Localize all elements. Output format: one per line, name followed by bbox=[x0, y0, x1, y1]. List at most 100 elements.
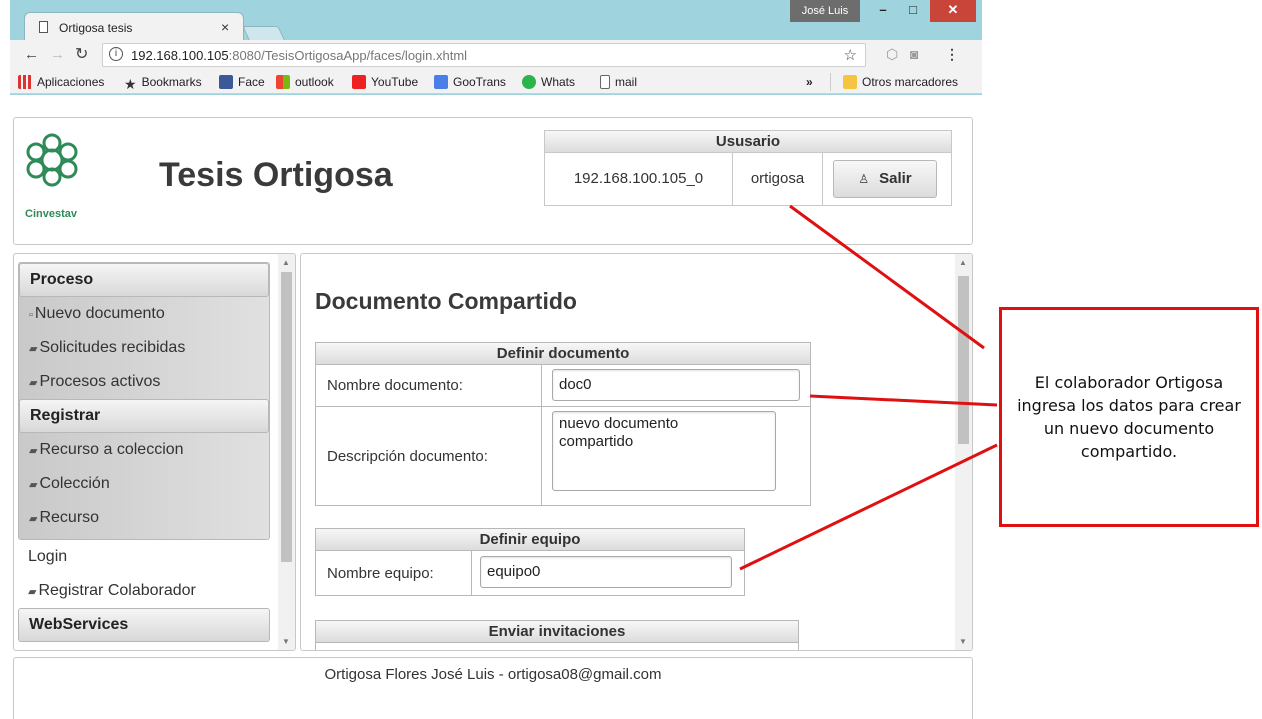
logout-button[interactable]: ♙ Salir bbox=[833, 160, 937, 198]
document-name-row: Nombre documento: doc0 bbox=[316, 365, 810, 407]
logo-text: Cinvestav bbox=[25, 208, 77, 220]
define-document-table: Definir documento Nombre documento: doc0… bbox=[315, 342, 811, 506]
menu-heading-webservices[interactable]: WebServices bbox=[18, 608, 270, 642]
bookmarks-divider bbox=[830, 73, 831, 91]
document-description-row: Descripción documento: nuevo documento c… bbox=[316, 407, 810, 505]
document-name-label: Nombre documento: bbox=[316, 365, 542, 406]
menu-item-nuevo-documento[interactable]: ▫ Nuevo documento bbox=[19, 297, 269, 331]
logout-cell: ♙ Salir bbox=[823, 153, 951, 205]
site-title: Tesis Ortigosa bbox=[159, 156, 393, 194]
main-scrollbar[interactable]: ▲ ▼ bbox=[955, 254, 972, 650]
page-header: Cinvestav Tesis Ortigosa Ususario 192.16… bbox=[13, 117, 973, 245]
team-name-label: Nombre equipo: bbox=[316, 551, 472, 595]
folder-icon: ▰ bbox=[29, 513, 38, 525]
browser-tab[interactable]: Ortigosa tesis × bbox=[24, 12, 244, 40]
scrollbar-thumb[interactable] bbox=[281, 272, 292, 562]
os-user-badge[interactable]: José Luis bbox=[790, 0, 860, 22]
annotation-callout: El colaborador Ortigosa ingresa los dato… bbox=[999, 307, 1259, 527]
bookmark-gootrans[interactable]: GooTrans bbox=[434, 75, 506, 89]
bookmark-bookmarks[interactable]: ★ Bookmarks bbox=[124, 75, 202, 91]
outlook-icon bbox=[276, 75, 290, 89]
page-viewport: Cinvestav Tesis Ortigosa Ususario 192.16… bbox=[10, 95, 982, 719]
maximize-icon[interactable]: □ bbox=[898, 0, 928, 22]
star-icon: ★ bbox=[124, 76, 137, 92]
rss-icon[interactable]: ◙ bbox=[910, 46, 918, 62]
url-text[interactable]: 192.168.100.105:8080/TesisOrtigosaApp/fa… bbox=[131, 48, 467, 63]
user-panel: Ususario 192.168.100.105_0 ortigosa ♙ Sal… bbox=[544, 130, 952, 206]
team-name-input[interactable]: equipo0 bbox=[480, 556, 732, 588]
document-description-textarea[interactable]: nuevo documento compartido bbox=[552, 411, 776, 491]
bookmark-mail[interactable]: mail bbox=[600, 75, 637, 89]
cinvestav-logo-icon bbox=[26, 133, 78, 187]
forward-arrow-icon[interactable]: → bbox=[50, 46, 65, 63]
bookmark-outlook[interactable]: outlook bbox=[276, 75, 334, 89]
menu-item-recurso[interactable]: ▰ Recurso bbox=[19, 501, 269, 535]
reload-icon[interactable]: ↻ bbox=[75, 44, 88, 64]
facebook-icon bbox=[219, 75, 233, 89]
folder-icon: ▰ bbox=[29, 445, 38, 457]
menu-item-recurso-a-coleccion[interactable]: ▰ Recurso a coleccion bbox=[19, 433, 269, 467]
google-translate-icon bbox=[434, 75, 448, 89]
apps-icon bbox=[18, 75, 32, 89]
back-arrow-icon[interactable]: ← bbox=[24, 46, 39, 63]
define-team-table: Definir equipo Nombre equipo: equipo0 bbox=[315, 528, 745, 596]
menu-item-solicitudes-recibidas[interactable]: ▰ Solicitudes recibidas bbox=[19, 331, 269, 365]
menu-item-registrar-colaborador[interactable]: ▰ Registrar Colaborador bbox=[18, 574, 270, 608]
page-title: Documento Compartido bbox=[315, 288, 577, 314]
menu-heading-registrar[interactable]: Registrar bbox=[19, 399, 269, 433]
menu-item-coleccion[interactable]: ▰ Colección bbox=[19, 467, 269, 501]
tab-title: Ortigosa tesis bbox=[59, 21, 133, 35]
tab-close-icon[interactable]: × bbox=[221, 19, 229, 35]
sidebar-menu: Proceso ▫ Nuevo documento ▰ Solicitudes re… bbox=[13, 253, 296, 651]
scroll-up-icon[interactable]: ▲ bbox=[959, 258, 967, 267]
menu-icon[interactable]: ⋮ bbox=[945, 46, 959, 63]
define-document-title: Definir documento bbox=[316, 343, 810, 365]
bookmarks-bar: Aplicaciones ★ Bookmarks Face outlook You… bbox=[10, 70, 982, 94]
send-invitations-title: Enviar invitaciones bbox=[316, 621, 798, 643]
bookmark-youtube[interactable]: YouTube bbox=[352, 75, 418, 89]
scrollbar-thumb[interactable] bbox=[958, 276, 969, 444]
page-footer: Ortigosa Flores José Luis - ortigosa08@g… bbox=[13, 657, 973, 719]
extension-icon[interactable]: ⬡ bbox=[886, 46, 898, 63]
menu-group-proceso: Proceso ▫ Nuevo documento ▰ Solicitudes re… bbox=[18, 262, 270, 540]
bookmark-whats[interactable]: Whats bbox=[522, 75, 575, 89]
page-icon bbox=[600, 75, 610, 89]
document-name-input[interactable]: doc0 bbox=[552, 369, 800, 401]
sidebar-content: Proceso ▫ Nuevo documento ▰ Solicitudes re… bbox=[18, 262, 270, 642]
send-invitations-table: Enviar invitaciones bbox=[315, 620, 799, 650]
minimize-icon[interactable]: – bbox=[868, 0, 898, 22]
menu-heading-proceso[interactable]: Proceso bbox=[19, 263, 269, 297]
menu-item-procesos-activos[interactable]: ▰ Procesos activos bbox=[19, 365, 269, 399]
bookmark-star-icon[interactable]: ☆ bbox=[844, 46, 857, 64]
whatsapp-icon bbox=[522, 75, 536, 89]
folder-icon bbox=[843, 75, 857, 89]
folder-icon: ▰ bbox=[29, 343, 38, 355]
person-icon: ♙ bbox=[858, 172, 870, 186]
folder-icon: ▰ bbox=[28, 586, 37, 598]
folder-icon: ▰ bbox=[29, 377, 38, 389]
menu-item-login[interactable]: Login bbox=[18, 540, 270, 574]
close-window-icon[interactable]: ✕ bbox=[930, 0, 976, 22]
user-name: ortigosa bbox=[733, 153, 823, 205]
folder-icon: ▰ bbox=[29, 479, 38, 491]
screenshot-stage: Ortigosa tesis × José Luis – □ ✕ ← → ↻ i… bbox=[0, 0, 1262, 719]
scroll-down-icon[interactable]: ▼ bbox=[959, 637, 967, 646]
browser-toolbar: ← → ↻ i 192.168.100.105:8080/TesisOrtigo… bbox=[10, 40, 982, 70]
address-bar[interactable]: i 192.168.100.105:8080/TesisOrtigosaApp/… bbox=[102, 43, 866, 67]
scroll-down-icon[interactable]: ▼ bbox=[282, 637, 290, 646]
bookmarks-overflow-button[interactable]: » bbox=[806, 75, 813, 89]
info-icon[interactable]: i bbox=[109, 47, 123, 61]
user-ip: 192.168.100.105_0 bbox=[545, 153, 733, 205]
sidebar-scrollbar[interactable]: ▲ ▼ bbox=[278, 254, 295, 650]
bookmark-face[interactable]: Face bbox=[219, 75, 265, 89]
document-icon: ▫ bbox=[29, 309, 33, 321]
page-icon bbox=[39, 21, 48, 33]
scroll-up-icon[interactable]: ▲ bbox=[282, 258, 290, 267]
main-content: Documento Compartido Definir documento N… bbox=[300, 253, 973, 651]
document-description-label: Descripción documento: bbox=[316, 407, 542, 505]
bookmark-apps[interactable]: Aplicaciones bbox=[18, 75, 104, 89]
bookmark-other[interactable]: Otros marcadores bbox=[843, 75, 958, 89]
browser-window: Ortigosa tesis × José Luis – □ ✕ ← → ↻ i… bbox=[10, 0, 982, 719]
team-name-row: Nombre equipo: equipo0 bbox=[316, 551, 744, 595]
user-panel-title: Ususario bbox=[545, 131, 951, 153]
